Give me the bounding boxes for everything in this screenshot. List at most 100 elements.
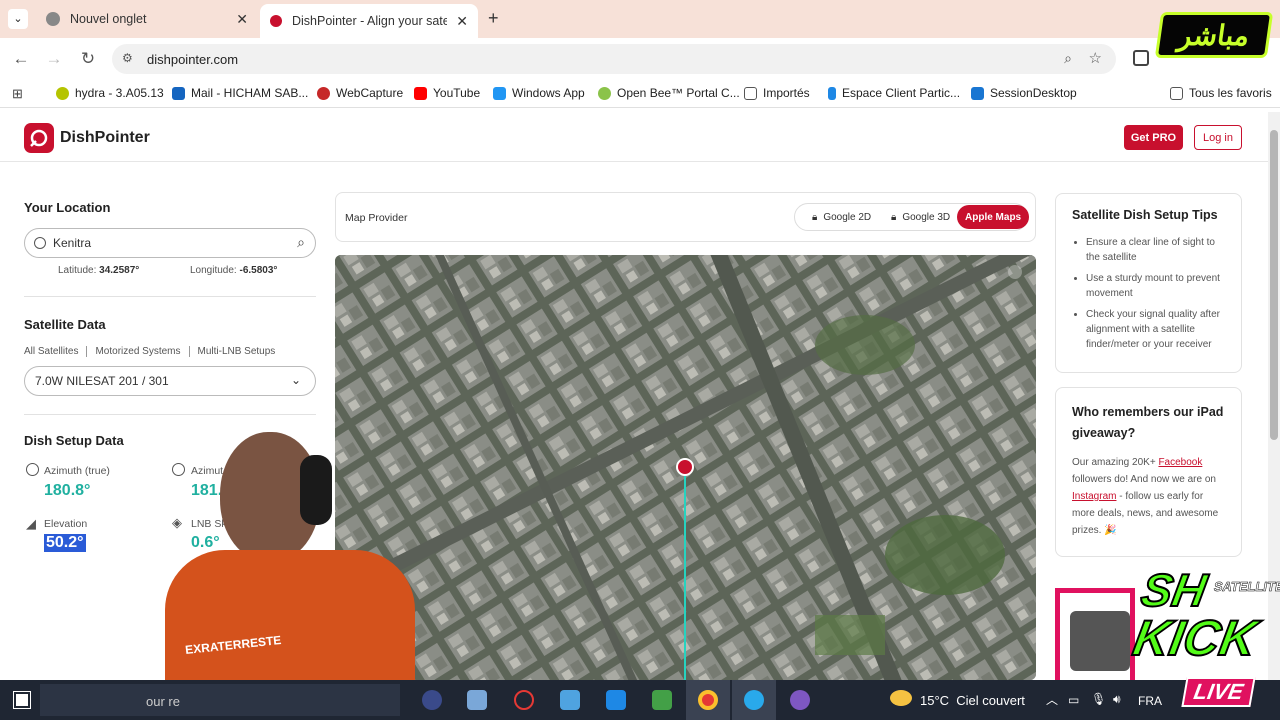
- site-info-icon[interactable]: ⚙: [122, 51, 133, 65]
- tray-chevron-icon[interactable]: ︿: [1046, 691, 1058, 708]
- telegram-icon[interactable]: [744, 690, 764, 710]
- kick-logo: KICK: [1128, 609, 1262, 667]
- tab-new-tab[interactable]: Nouvel onglet ✕: [36, 4, 258, 34]
- filter-motorized[interactable]: Motorized Systems: [87, 346, 190, 357]
- lock-icon: 🔒︎: [891, 211, 897, 223]
- session-icon: [971, 86, 984, 100]
- bookmark-sessiondesktop[interactable]: SessionDesktop: [971, 86, 1077, 100]
- get-pro-button[interactable]: Get PRO: [1124, 125, 1183, 150]
- weather-text[interactable]: 15°C Ciel couvert: [920, 693, 1025, 708]
- back-button[interactable]: ←: [9, 47, 33, 71]
- elevation-label: Elevation: [44, 518, 88, 530]
- search-icon[interactable]: ⌕: [297, 234, 305, 251]
- bookmark-youtube[interactable]: YouTube: [414, 86, 480, 100]
- compass-icon: [26, 463, 39, 476]
- speedometer-app-icon[interactable]: [514, 690, 534, 710]
- camera-app-icon[interactable]: [422, 690, 442, 710]
- forward-button[interactable]: →: [42, 47, 66, 71]
- divider: [24, 296, 316, 297]
- tab-title: Nouvel onglet: [70, 12, 147, 26]
- bookmark-hydra[interactable]: hydra - 3.A05.13: [56, 86, 164, 100]
- espace-icon: [828, 86, 836, 100]
- compass-button[interactable]: [1008, 265, 1022, 279]
- location-input[interactable]: Kenitra ⌕: [24, 228, 316, 258]
- tab-dishpointer[interactable]: DishPointer - Align your satellit ✕: [260, 4, 478, 38]
- paint-app-icon[interactable]: [467, 690, 487, 710]
- giveaway-text: Our amazing 20K+ Facebook followers do! …: [1072, 457, 1219, 536]
- folder-icon: [1170, 86, 1183, 100]
- close-tab-icon[interactable]: ✕: [236, 11, 248, 28]
- tab-search-button[interactable]: ⌄: [8, 9, 28, 29]
- option-google-2d[interactable]: 🔒︎ Google 2D: [804, 205, 879, 229]
- live-badge: LIVE: [1181, 677, 1256, 707]
- close-tab-icon[interactable]: ✕: [456, 13, 468, 30]
- elevation-icon: ◢: [26, 516, 36, 531]
- map-provider-bar: Map Provider 🔒︎ Google 2D 🔒︎ Google 3D App…: [335, 192, 1036, 242]
- calculator-icon[interactable]: [606, 690, 626, 710]
- mic-icon[interactable]: 🎙︎: [1091, 692, 1106, 706]
- satellite-select[interactable]: 7.0W NILESAT 201 / 301 ⌄: [24, 366, 316, 396]
- zoom-icon[interactable]: ⌕: [1064, 50, 1072, 67]
- bookmark-webcapture[interactable]: WebCapture: [317, 86, 403, 100]
- satellite-filters: All Satellites Motorized Systems Multi-L…: [24, 346, 316, 357]
- webcapture-icon: [317, 86, 330, 100]
- tab-title: DishPointer - Align your satellit: [292, 14, 447, 28]
- facebook-link[interactable]: Facebook: [1158, 457, 1202, 468]
- option-apple-maps[interactable]: Apple Maps: [957, 205, 1030, 229]
- brand-name[interactable]: DishPointer: [60, 129, 150, 147]
- dishpointer-logo-icon[interactable]: [24, 123, 54, 153]
- location-pin-icon[interactable]: [676, 458, 694, 476]
- tips-heading: Satellite Dish Setup Tips: [1072, 208, 1218, 222]
- app-icon[interactable]: [790, 690, 810, 710]
- browser-toolbar: ← → ↻ ⚙ dishpointer.com ⌕ ☆: [0, 38, 1280, 80]
- all-bookmarks[interactable]: Tous les favoris: [1170, 86, 1272, 100]
- satellite-map[interactable]: [335, 255, 1036, 680]
- store-app-icon[interactable]: [652, 690, 672, 710]
- windows-start-icon[interactable]: [13, 691, 31, 709]
- bookmark-openbee[interactable]: Open Bee™ Portal C...: [598, 86, 740, 100]
- giveaway-heading: Who remembers our iPad giveaway?: [1072, 405, 1224, 440]
- network-icon[interactable]: ▭: [1068, 693, 1079, 707]
- partial-text: our re: [146, 694, 180, 709]
- list-item: Use a sturdy mount to prevent movement: [1086, 271, 1225, 301]
- bookmark-importes[interactable]: Importés: [744, 86, 810, 100]
- star-icon[interactable]: ☆: [1089, 49, 1102, 67]
- divider: [24, 414, 316, 415]
- new-tab-button[interactable]: +: [488, 8, 499, 29]
- url-text: dishpointer.com: [147, 51, 239, 67]
- option-google-3d[interactable]: 🔒︎ Google 3D: [883, 205, 958, 229]
- headphones: [300, 455, 332, 525]
- coordinates: Latitude: 34.2587° Longitude: -6.5803°: [58, 265, 278, 276]
- openbee-icon: [598, 86, 611, 100]
- dishpointer-icon: [270, 15, 282, 27]
- hydra-icon: [56, 86, 69, 100]
- youtube-icon: [414, 86, 427, 100]
- filter-all[interactable]: All Satellites: [24, 346, 88, 357]
- elevation-value: 50.2°: [44, 534, 86, 552]
- extensions-icon[interactable]: [1133, 50, 1149, 66]
- bookmark-windows-app[interactable]: Windows App: [493, 86, 585, 100]
- apps-icon[interactable]: ⊞: [12, 86, 23, 102]
- filter-multi-lnb[interactable]: Multi-LNB Setups: [190, 346, 276, 357]
- satellite-heading: Satellite Data: [24, 317, 106, 332]
- map-provider-label: Map Provider: [345, 212, 408, 224]
- login-button[interactable]: Log in: [1194, 125, 1242, 150]
- chevron-down-icon: ⌄: [290, 373, 301, 387]
- longitude-value: -6.5803°: [239, 265, 278, 276]
- list-item: Check your signal quality after alignmen…: [1086, 307, 1225, 352]
- location-icon: [34, 237, 46, 249]
- bookmark-mail[interactable]: Mail - HICHAM SAB...: [172, 86, 308, 100]
- chrome-icon: [46, 12, 60, 26]
- tab-strip: ⌄ Nouvel onglet ✕ DishPointer - Align yo…: [0, 0, 1280, 38]
- chrome-icon[interactable]: [698, 690, 718, 710]
- reload-button[interactable]: ↻: [76, 47, 100, 71]
- search-box[interactable]: [40, 684, 400, 716]
- network-app-icon[interactable]: [560, 690, 580, 710]
- instagram-link[interactable]: Instagram: [1072, 491, 1116, 502]
- azimuth-true-label: Azimuth (true): [44, 465, 110, 477]
- latitude-value: 34.2587°: [99, 265, 140, 276]
- address-bar[interactable]: ⚙ dishpointer.com ⌕ ☆: [112, 44, 1116, 74]
- bookmark-espace-client[interactable]: Espace Client Partic...: [828, 86, 960, 100]
- scrollbar-thumb[interactable]: [1270, 130, 1278, 440]
- list-item: Ensure a clear line of sight to the sate…: [1086, 235, 1225, 265]
